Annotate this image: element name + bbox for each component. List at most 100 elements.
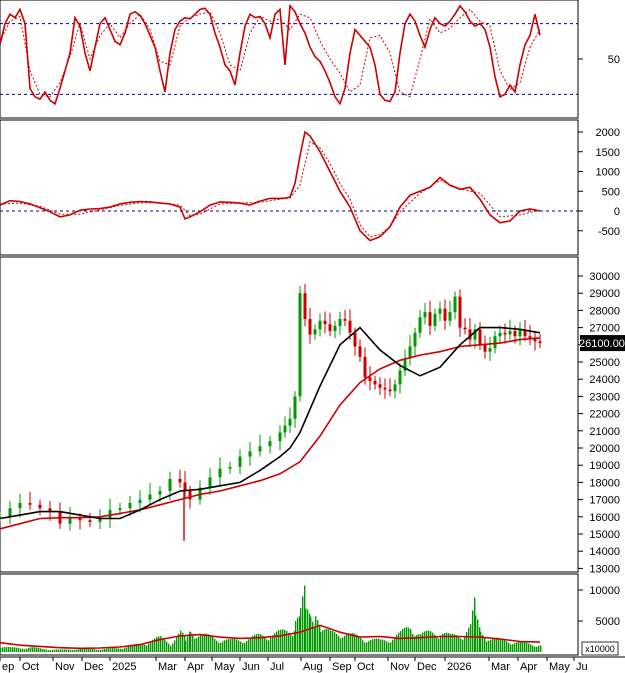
volume-bar: [58, 649, 60, 652]
candle-body: [278, 432, 282, 442]
volume-bar: [10, 647, 12, 652]
volume-bar: [160, 636, 162, 652]
volume-bar: [390, 642, 392, 652]
volume-bar: [295, 620, 297, 652]
volume-bar: [124, 648, 126, 652]
month-label: Apr: [520, 661, 537, 673]
volume-bar: [272, 635, 274, 652]
candle-body: [368, 377, 372, 381]
y-tick-label: 17000: [589, 495, 620, 507]
volume-bar: [116, 648, 118, 652]
volume-bar: [110, 648, 112, 652]
volume-bar: [426, 630, 428, 652]
volume-bar: [216, 640, 218, 652]
volume-bar: [192, 635, 194, 652]
y-tick-label: 1000: [596, 167, 620, 179]
volume-bar: [500, 638, 502, 652]
volume-bar: [412, 633, 414, 652]
volume-bar: [428, 630, 430, 652]
volume-bar: [150, 641, 152, 652]
volume-bar: [128, 646, 130, 652]
x-axis-months: ep Oct Nov Dec 2025 Mar Apr May Jun Jul Aug Sep Oct N…: [0, 657, 588, 673]
y-tick-label: 14000: [589, 546, 620, 558]
candle-body: [423, 312, 427, 318]
volume-bar: [168, 643, 170, 652]
volume-bar: [36, 647, 38, 652]
volume-bar: [174, 640, 176, 652]
volume-bar: [26, 648, 28, 652]
volume-bar: [234, 638, 236, 652]
volume-bar: [76, 649, 78, 652]
volume-bar: [280, 629, 282, 652]
volume-bar: [380, 639, 382, 652]
volume-bar: [388, 642, 390, 652]
volume-bar: [510, 644, 512, 652]
month-label: Jul: [270, 661, 284, 673]
volume-bar: [330, 630, 332, 652]
candle-body: [168, 478, 172, 491]
volume-bar: [317, 620, 319, 652]
candle-body: [318, 320, 322, 330]
volume-bar: [146, 645, 148, 652]
volume-bar: [364, 642, 366, 652]
y-tick-label: 19000: [589, 460, 620, 472]
volume-bar: [328, 629, 330, 652]
volume-bar: [297, 617, 299, 652]
candle-body: [338, 319, 342, 326]
volume-bar: [398, 632, 400, 652]
candle-body: [303, 293, 307, 319]
volume-bar: [366, 642, 368, 652]
volume-bar: [502, 639, 504, 652]
panel-frame-3: [0, 256, 579, 573]
y-tick-label: 18000: [589, 477, 620, 489]
volume-bar: [526, 642, 528, 652]
month-label: Dec: [84, 661, 104, 673]
volume-bar: [400, 631, 402, 652]
volume-bar: [520, 641, 522, 652]
volume-bar: [432, 632, 434, 652]
y-tick-label: 30000: [589, 271, 620, 283]
month-label: May: [214, 661, 235, 673]
volume-bar: [194, 638, 196, 652]
volume-bar: [508, 642, 510, 652]
volume-bar: [6, 646, 8, 652]
volume-bar: [164, 639, 166, 652]
candle-body: [38, 504, 42, 509]
volume-bar: [516, 642, 518, 652]
volume-bar: [180, 630, 182, 652]
volume-bar: [144, 644, 146, 652]
month-label: Jun: [242, 661, 260, 673]
volume-bar: [506, 641, 508, 652]
y-tick-label: 29000: [589, 288, 620, 300]
volume-bar: [78, 649, 80, 652]
volume-bar: [424, 631, 426, 652]
volume-bar: [16, 647, 18, 652]
volume-bar: [315, 616, 317, 652]
volume-bar: [282, 629, 284, 652]
y-tick-label: 50: [608, 54, 620, 66]
volume-bar: [96, 649, 98, 652]
volume-bar: [456, 635, 458, 652]
volume-bar: [458, 636, 460, 652]
month-label: Oct: [357, 661, 374, 673]
volume-bar: [46, 649, 48, 652]
candle-body: [488, 348, 492, 352]
volume-bar: [346, 634, 348, 652]
y-tick-label: 500: [602, 186, 620, 198]
volume-bar: [12, 647, 14, 652]
volume-bar: [462, 639, 464, 652]
candle-body: [293, 396, 297, 419]
volume-bar: [324, 629, 326, 652]
volume-bar: [148, 643, 150, 652]
candle-body: [248, 451, 252, 457]
candle-body: [388, 389, 392, 392]
volume-bar: [336, 633, 338, 652]
candle-body: [283, 425, 287, 433]
volume-bar: [62, 649, 64, 652]
volume-bar: [198, 636, 200, 652]
y-tick-label: 20000: [589, 443, 620, 455]
candle-body: [228, 466, 232, 469]
volume-bar: [158, 636, 160, 652]
volume-bar: [92, 648, 94, 652]
y-tick-label: 27000: [589, 323, 620, 335]
